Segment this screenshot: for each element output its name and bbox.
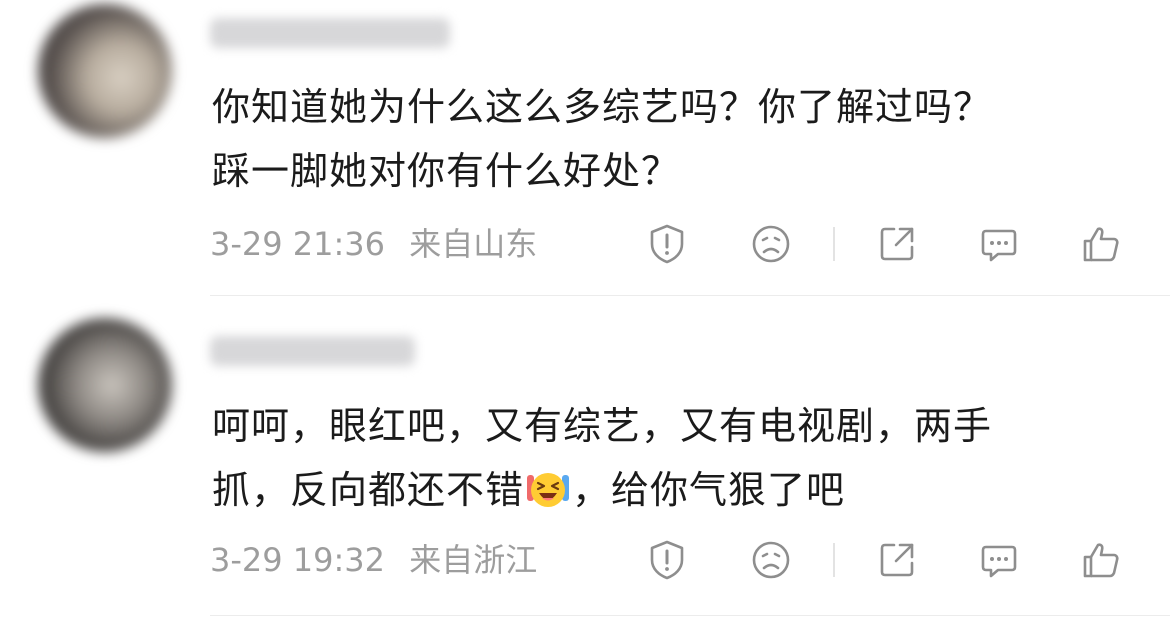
comment-text: 你知道她为什么这么多综艺吗？你了解过吗？ 踩一脚她对你有什么好处？ [212, 75, 1132, 203]
comment-line: 踩一脚她对你有什么好处？ [212, 149, 681, 193]
comment-line: 呵呵，眼红吧，又有综艺，又有电视剧，两手 [212, 404, 993, 448]
dislike-face-icon[interactable] [750, 539, 792, 581]
dislike-face-icon[interactable] [750, 223, 792, 265]
comment-item: 呵呵，眼红吧，又有综艺，又有电视剧，两手 抓，反向都还不错 ，给你气狠了吧 3-… [0, 296, 1170, 616]
comment-actions [640, 219, 1140, 269]
comment-text-part: 抓，反向都还不错 [212, 468, 525, 512]
actions-divider [833, 227, 835, 261]
share-icon[interactable] [876, 539, 918, 581]
comment-divider [210, 615, 1170, 616]
comment-text: 呵呵，眼红吧，又有综艺，又有电视剧，两手 抓，反向都还不错 ，给你气狠了吧 [212, 394, 1132, 522]
actions-divider [833, 543, 835, 577]
comment-time: 3-29 21:36 [210, 225, 386, 263]
avatar[interactable] [38, 4, 172, 138]
comment-line: 抓，反向都还不错 ，给你气狠了吧 [212, 458, 1132, 522]
report-icon[interactable] [646, 223, 688, 265]
username-blurred[interactable] [210, 18, 450, 48]
username-blurred[interactable] [210, 336, 415, 366]
like-icon[interactable] [1080, 223, 1122, 265]
avatar[interactable] [38, 318, 172, 452]
comment-text-part: ，给你气狠了吧 [572, 468, 846, 512]
comment-meta: 3-29 19:32 来自浙江 [210, 538, 537, 582]
comment-location: 来自山东 [409, 225, 538, 263]
comment-time: 3-29 19:32 [210, 541, 386, 579]
comment-actions [640, 535, 1140, 585]
comment-location: 来自浙江 [409, 541, 538, 579]
reply-icon[interactable] [978, 539, 1020, 581]
like-icon[interactable] [1080, 539, 1122, 581]
reply-icon[interactable] [978, 223, 1020, 265]
laughing-emoji-icon [526, 466, 570, 510]
comment-meta: 3-29 21:36 来自山东 [210, 222, 537, 266]
share-icon[interactable] [876, 223, 918, 265]
comment-item: 你知道她为什么这么多综艺吗？你了解过吗？ 踩一脚她对你有什么好处？ 3-29 2… [0, 0, 1170, 296]
report-icon[interactable] [646, 539, 688, 581]
comment-line: 你知道她为什么这么多综艺吗？你了解过吗？ [212, 85, 993, 129]
